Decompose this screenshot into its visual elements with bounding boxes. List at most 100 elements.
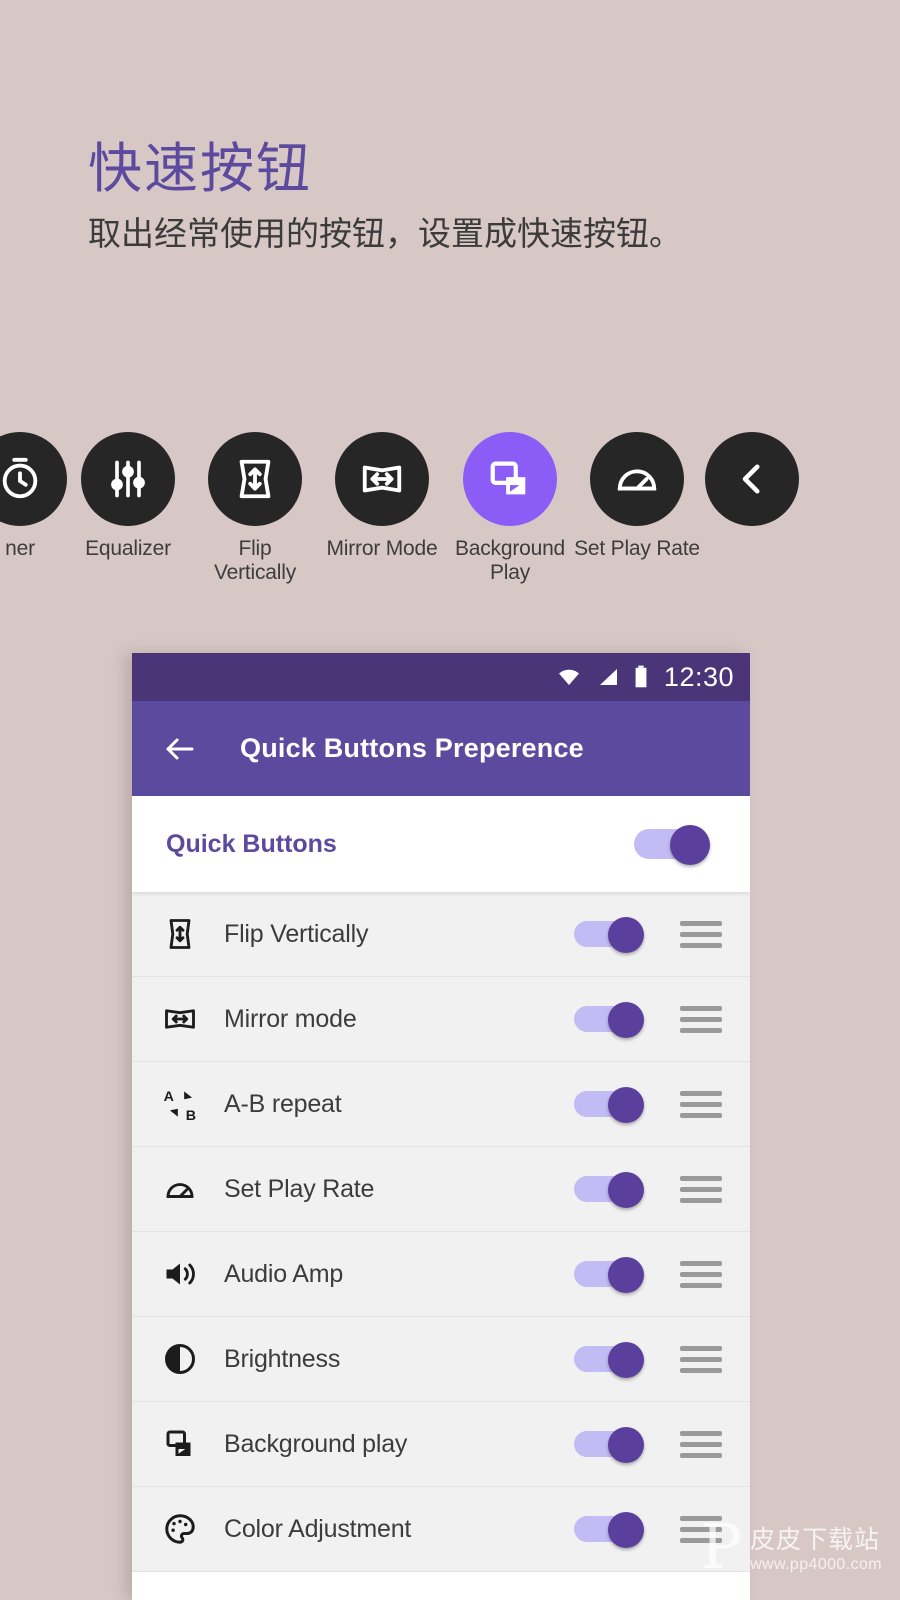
color-adjustment-icon-wrap [162, 1511, 224, 1547]
master-toggle-switch[interactable] [634, 825, 716, 865]
switch-thumb [608, 917, 644, 953]
mirror-mode-icon-wrap [162, 1001, 224, 1037]
page-subtitle: 取出经常使用的按钮，设置成快速按钮。 [88, 215, 682, 253]
list-item-toggle[interactable] [574, 1342, 650, 1378]
switch-thumb [608, 1257, 644, 1293]
quick-button-strip: ner Equalizer Flip Vertically Mirror Mod… [0, 432, 900, 592]
list-item[interactable]: Mirror mode [132, 977, 750, 1062]
switch-thumb [608, 1002, 644, 1038]
drag-handle-icon[interactable] [680, 920, 722, 948]
set-play-rate-icon [166, 1183, 194, 1198]
list-item[interactable]: Set Play Rate [132, 1147, 750, 1232]
status-bar-clock: 12:30 [663, 661, 734, 692]
drag-handle-icon[interactable] [680, 1175, 722, 1203]
audio-amp-icon-wrap [162, 1256, 224, 1292]
quick-button-mirror-mode[interactable]: Mirror Mode [318, 432, 446, 561]
svg-text:B: B [186, 1108, 196, 1123]
app-bar: Quick Buttons Preperence [132, 701, 750, 796]
list-item-toggle[interactable] [574, 1427, 650, 1463]
svg-text:A: A [164, 1089, 174, 1105]
mirror-mode-icon [362, 465, 402, 493]
app-bar-title: Quick Buttons Preperence [240, 733, 584, 763]
quick-button-label: Background Play [454, 537, 566, 584]
quick-button-background-play[interactable]: Background Play [446, 432, 574, 584]
quick-button-label: Mirror Mode [326, 537, 438, 560]
list-item-toggle[interactable] [574, 1002, 650, 1038]
list-item-label: Audio Amp [224, 1259, 344, 1288]
flip-vertically-icon [169, 919, 191, 949]
arrow-left-icon[interactable] [162, 731, 198, 767]
switch-thumb [608, 1342, 644, 1378]
switch-thumb [608, 1512, 644, 1548]
mirror-mode-icon [165, 1009, 195, 1029]
list-item-label: Flip Vertically [224, 919, 369, 948]
quick-button-label: Set Play Rate [574, 537, 700, 560]
list-item-label: Set Play Rate [224, 1174, 375, 1203]
set-play-rate-icon-wrap [590, 432, 684, 526]
timer-icon [2, 457, 38, 499]
set-play-rate-icon-wrap [162, 1171, 224, 1207]
status-bar: 12:30 [132, 653, 750, 701]
timer-icon-wrap [0, 432, 67, 526]
quick-button-label: Equalizer [85, 537, 171, 560]
list-item-label: A-B repeat [224, 1089, 342, 1118]
watermark-text: 皮皮下载站 www.pp4000.com [750, 1520, 882, 1574]
flip-vertically-icon-wrap [162, 916, 224, 952]
list-item-label: Brightness [224, 1344, 341, 1373]
drag-handle-icon[interactable] [680, 1345, 722, 1373]
promo-header: 快速按钮 取出经常使用的按钮，设置成快速按钮。 [88, 139, 848, 255]
brightness-icon-wrap [162, 1341, 224, 1377]
quick-button-flip-vertically[interactable]: Flip Vertically [191, 432, 319, 584]
wifi-icon [558, 669, 579, 685]
drag-handle-icon[interactable] [680, 1005, 722, 1033]
list-item[interactable]: Brightness [132, 1317, 750, 1402]
list-item-toggle[interactable] [574, 1512, 650, 1548]
switch-thumb [608, 1087, 644, 1123]
ab-repeat-icon: A B [164, 1089, 196, 1123]
list-item[interactable]: Color Adjustment [132, 1487, 750, 1572]
list-item-label: Color Adjustment [224, 1514, 412, 1543]
watermark-site-name: 皮皮下载站 [750, 1526, 881, 1554]
equalizer-icon [111, 460, 145, 498]
chevron-left-icon-wrap [705, 432, 799, 526]
drag-handle-icon[interactable] [680, 1515, 722, 1543]
list-item[interactable]: A B A-B repeat [132, 1062, 750, 1147]
drag-handle-icon[interactable] [680, 1260, 722, 1288]
ab-repeat-icon-wrap: A B [162, 1085, 224, 1123]
signal-icon [599, 669, 617, 685]
equalizer-icon-wrap [81, 432, 175, 526]
list-item[interactable]: Flip Vertically [132, 892, 750, 977]
quick-button-collapse[interactable] [688, 432, 816, 537]
switch-thumb [670, 825, 710, 865]
quick-button-set-play-rate[interactable]: Set Play Rate [573, 432, 701, 561]
drag-handle-icon[interactable] [680, 1430, 722, 1458]
flip-vertically-icon-wrap [208, 432, 302, 526]
battery-icon [635, 665, 647, 688]
color-adjustment-icon [165, 1514, 195, 1544]
list-item-toggle[interactable] [574, 1257, 650, 1293]
background-play-icon [490, 461, 526, 495]
flip-vertically-icon [239, 459, 271, 499]
quick-button-equalizer[interactable]: Equalizer [64, 432, 192, 561]
quick-button-label: Flip Vertically [213, 537, 297, 584]
phone-mockup: 12:30 Quick Buttons Preperence Quick But… [132, 653, 750, 1600]
master-toggle-row[interactable]: Quick Buttons [132, 796, 750, 892]
watermark-site-url: www.pp4000.com [750, 1556, 882, 1573]
background-play-icon [166, 1430, 191, 1456]
chevron-left-icon [742, 464, 760, 494]
list-item-toggle[interactable] [574, 1172, 650, 1208]
list-item[interactable]: Background play [132, 1402, 750, 1487]
brightness-icon [165, 1344, 195, 1374]
list-item-label: Mirror mode [224, 1004, 357, 1033]
list-item-toggle[interactable] [574, 1087, 650, 1123]
set-play-rate-icon [617, 469, 657, 491]
quick-buttons-list: Flip Vertically Mirror mode A B A-B repe… [132, 892, 750, 1572]
page-title: 快速按钮 [88, 139, 312, 199]
drag-handle-icon[interactable] [680, 1090, 722, 1118]
audio-amp-icon [166, 1263, 195, 1285]
list-item-toggle[interactable] [574, 917, 650, 953]
switch-thumb [608, 1172, 644, 1208]
list-item-label: Background play [224, 1429, 408, 1458]
list-item[interactable]: Audio Amp [132, 1232, 750, 1317]
switch-thumb [608, 1427, 644, 1463]
